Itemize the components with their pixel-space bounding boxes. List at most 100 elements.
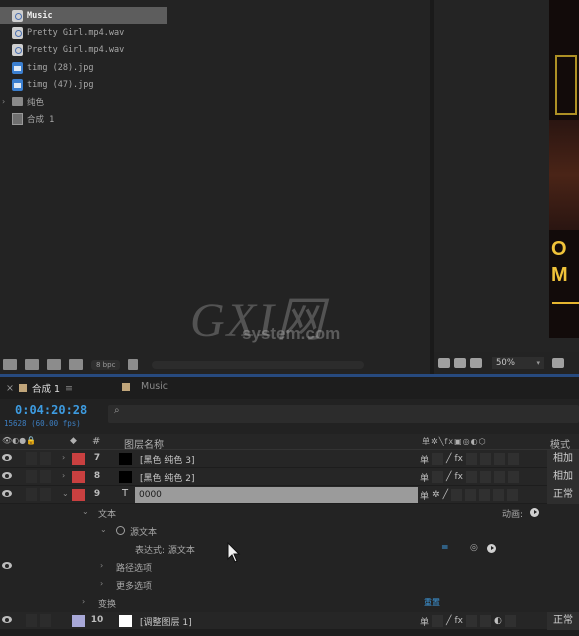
mask-icon[interactable] — [470, 358, 482, 368]
chevron-right-icon[interactable]: › — [62, 471, 65, 480]
eye-icon[interactable] — [2, 454, 12, 461]
property-row-transform[interactable]: › 变换 重置 — [0, 594, 579, 612]
project-item-composition[interactable]: 合成 1 — [0, 110, 416, 127]
switch-box[interactable] — [479, 453, 491, 465]
adjustment-layer-icon[interactable]: ◐ — [494, 616, 502, 626]
project-item-image-1[interactable]: timg (28).jpg — [0, 59, 416, 76]
crop-icon[interactable] — [552, 358, 564, 368]
label-color[interactable] — [72, 471, 85, 483]
audio-switch[interactable] — [26, 470, 37, 483]
label-color[interactable] — [72, 453, 85, 465]
eye-icon[interactable] — [2, 562, 12, 569]
shy-icon[interactable]: 单 — [420, 615, 429, 628]
switch-box[interactable] — [493, 471, 505, 483]
switch-box[interactable] — [432, 615, 444, 627]
project-item-audio-2[interactable]: Pretty Girl.mp4.wav — [0, 41, 416, 58]
quality-icon[interactable]: ╱ — [446, 472, 451, 482]
lock-switch[interactable] — [40, 470, 51, 483]
eye-icon[interactable] — [2, 472, 12, 479]
chevron-down-icon[interactable]: ⌄ — [82, 507, 89, 516]
expression-menu-icon[interactable] — [487, 544, 496, 553]
eye-icon[interactable] — [2, 490, 12, 497]
switch-box[interactable] — [504, 615, 516, 627]
project-item-music[interactable]: Music — [0, 7, 167, 24]
animate-menu-icon[interactable] — [530, 508, 539, 517]
audio-switch[interactable] — [26, 614, 37, 627]
project-item-audio-1[interactable]: Pretty Girl.mp4.wav — [0, 24, 416, 41]
monitor-icon[interactable] — [454, 358, 466, 368]
audio-switch[interactable] — [26, 452, 37, 465]
switch-box[interactable] — [478, 489, 490, 501]
property-row-source-text[interactable]: ⌄ 源文本 — [0, 522, 579, 540]
composition-viewer[interactable]: O M — [434, 0, 579, 352]
layer-name-header[interactable]: 图层名称 — [124, 436, 164, 451]
fx-icon[interactable]: fx — [454, 616, 463, 626]
lock-switch[interactable] — [40, 614, 51, 627]
tab-composition-1[interactable]: × 合成 1 ≡ — [6, 381, 73, 396]
layer-name-edit-input[interactable]: 0000 — [135, 487, 418, 503]
trash-icon[interactable] — [128, 359, 139, 370]
quality-icon[interactable]: ╱ — [446, 616, 451, 626]
switch-box[interactable] — [465, 615, 477, 627]
chevron-right-icon[interactable]: › — [62, 453, 65, 462]
blend-mode-select[interactable]: 正常 — [547, 486, 579, 504]
audio-switch[interactable] — [26, 488, 37, 501]
switch-box[interactable] — [492, 489, 504, 501]
shy-icon[interactable]: 单 — [420, 471, 429, 484]
lock-switch[interactable] — [40, 452, 51, 465]
fx-icon[interactable]: fx — [454, 472, 463, 482]
new-folder-icon[interactable] — [25, 359, 39, 370]
switch-box[interactable] — [432, 471, 444, 483]
switch-box[interactable] — [464, 489, 476, 501]
interpret-footage-icon[interactable] — [3, 359, 17, 370]
project-scrollbar[interactable] — [152, 360, 365, 369]
new-composition-icon[interactable] — [47, 359, 61, 370]
switch-box[interactable] — [507, 453, 519, 465]
switch-box[interactable] — [479, 471, 491, 483]
chevron-right-icon[interactable]: › — [100, 579, 103, 588]
blend-mode-select[interactable]: 相加 — [547, 468, 579, 486]
property-row-text[interactable]: ⌄ 文本 动画: — [0, 504, 579, 522]
label-color[interactable] — [72, 615, 85, 627]
flowchart-icon[interactable] — [69, 359, 83, 370]
switch-box[interactable] — [450, 489, 462, 501]
zoom-select[interactable]: 50% ▾ — [492, 357, 544, 369]
layer-name[interactable]: [黑色 纯色 2] — [140, 471, 194, 484]
chevron-right-icon[interactable]: › — [82, 597, 85, 606]
layer-row-7[interactable]: › 7 [黑色 纯色 3] 单 ╱ fx 相加 — [0, 450, 579, 468]
switch-box[interactable] — [432, 453, 444, 465]
project-item-folder[interactable]: › 纯色 — [0, 93, 416, 110]
shy-icon[interactable]: 单 — [420, 453, 429, 466]
stopwatch-icon[interactable] — [116, 526, 125, 535]
chevron-down-icon[interactable]: ⌄ — [62, 489, 69, 498]
snapshot-icon[interactable] — [438, 358, 450, 368]
property-row-expression[interactable]: 表达式: 源文本 = ◎ — [0, 540, 579, 558]
layer-row-10[interactable]: › 10 [调整图层 1] 单╱fx◐ 正常 — [0, 612, 579, 630]
layer-name[interactable]: [调整图层 1] — [140, 615, 192, 628]
expression-enable-toggle[interactable]: = — [441, 543, 449, 553]
layer-name[interactable]: [黑色 纯色 3] — [140, 453, 194, 466]
blend-mode-select[interactable]: 相加 — [547, 450, 579, 468]
switch-box[interactable] — [507, 471, 519, 483]
quality-icon[interactable]: ╱ — [446, 454, 451, 464]
chevron-right-icon[interactable]: › — [100, 561, 103, 570]
layer-search-input[interactable]: ⌕ — [108, 405, 579, 423]
layer-row-8[interactable]: › 8 [黑色 纯色 2] 单 ╱ fx 相加 — [0, 468, 579, 486]
collapse-icon[interactable]: ✲ — [432, 490, 440, 500]
eye-icon[interactable] — [2, 616, 12, 623]
tab-music[interactable]: Music — [122, 381, 168, 392]
label-color[interactable] — [72, 489, 85, 501]
chevron-down-icon[interactable]: ⌄ — [100, 525, 107, 534]
blend-mode-select[interactable]: 正常 — [547, 612, 579, 630]
current-time[interactable]: 0:04:20:28 — [15, 403, 87, 417]
menu-icon[interactable]: ≡ — [65, 383, 73, 394]
project-item-image-2[interactable]: timg (47).jpg — [0, 76, 416, 93]
reset-link[interactable]: 重置 — [424, 597, 440, 608]
property-row-path-options[interactable]: › 路径选项 — [0, 558, 579, 576]
switch-box[interactable] — [479, 615, 491, 627]
lock-switch[interactable] — [40, 488, 51, 501]
switch-box[interactable] — [506, 489, 518, 501]
close-icon[interactable]: × — [6, 383, 14, 394]
property-row-more-options[interactable]: › 更多选项 — [0, 576, 579, 594]
layer-row-9[interactable]: ⌄ 9 T 0000 单 ✲ ╱ 正常 — [0, 486, 579, 504]
